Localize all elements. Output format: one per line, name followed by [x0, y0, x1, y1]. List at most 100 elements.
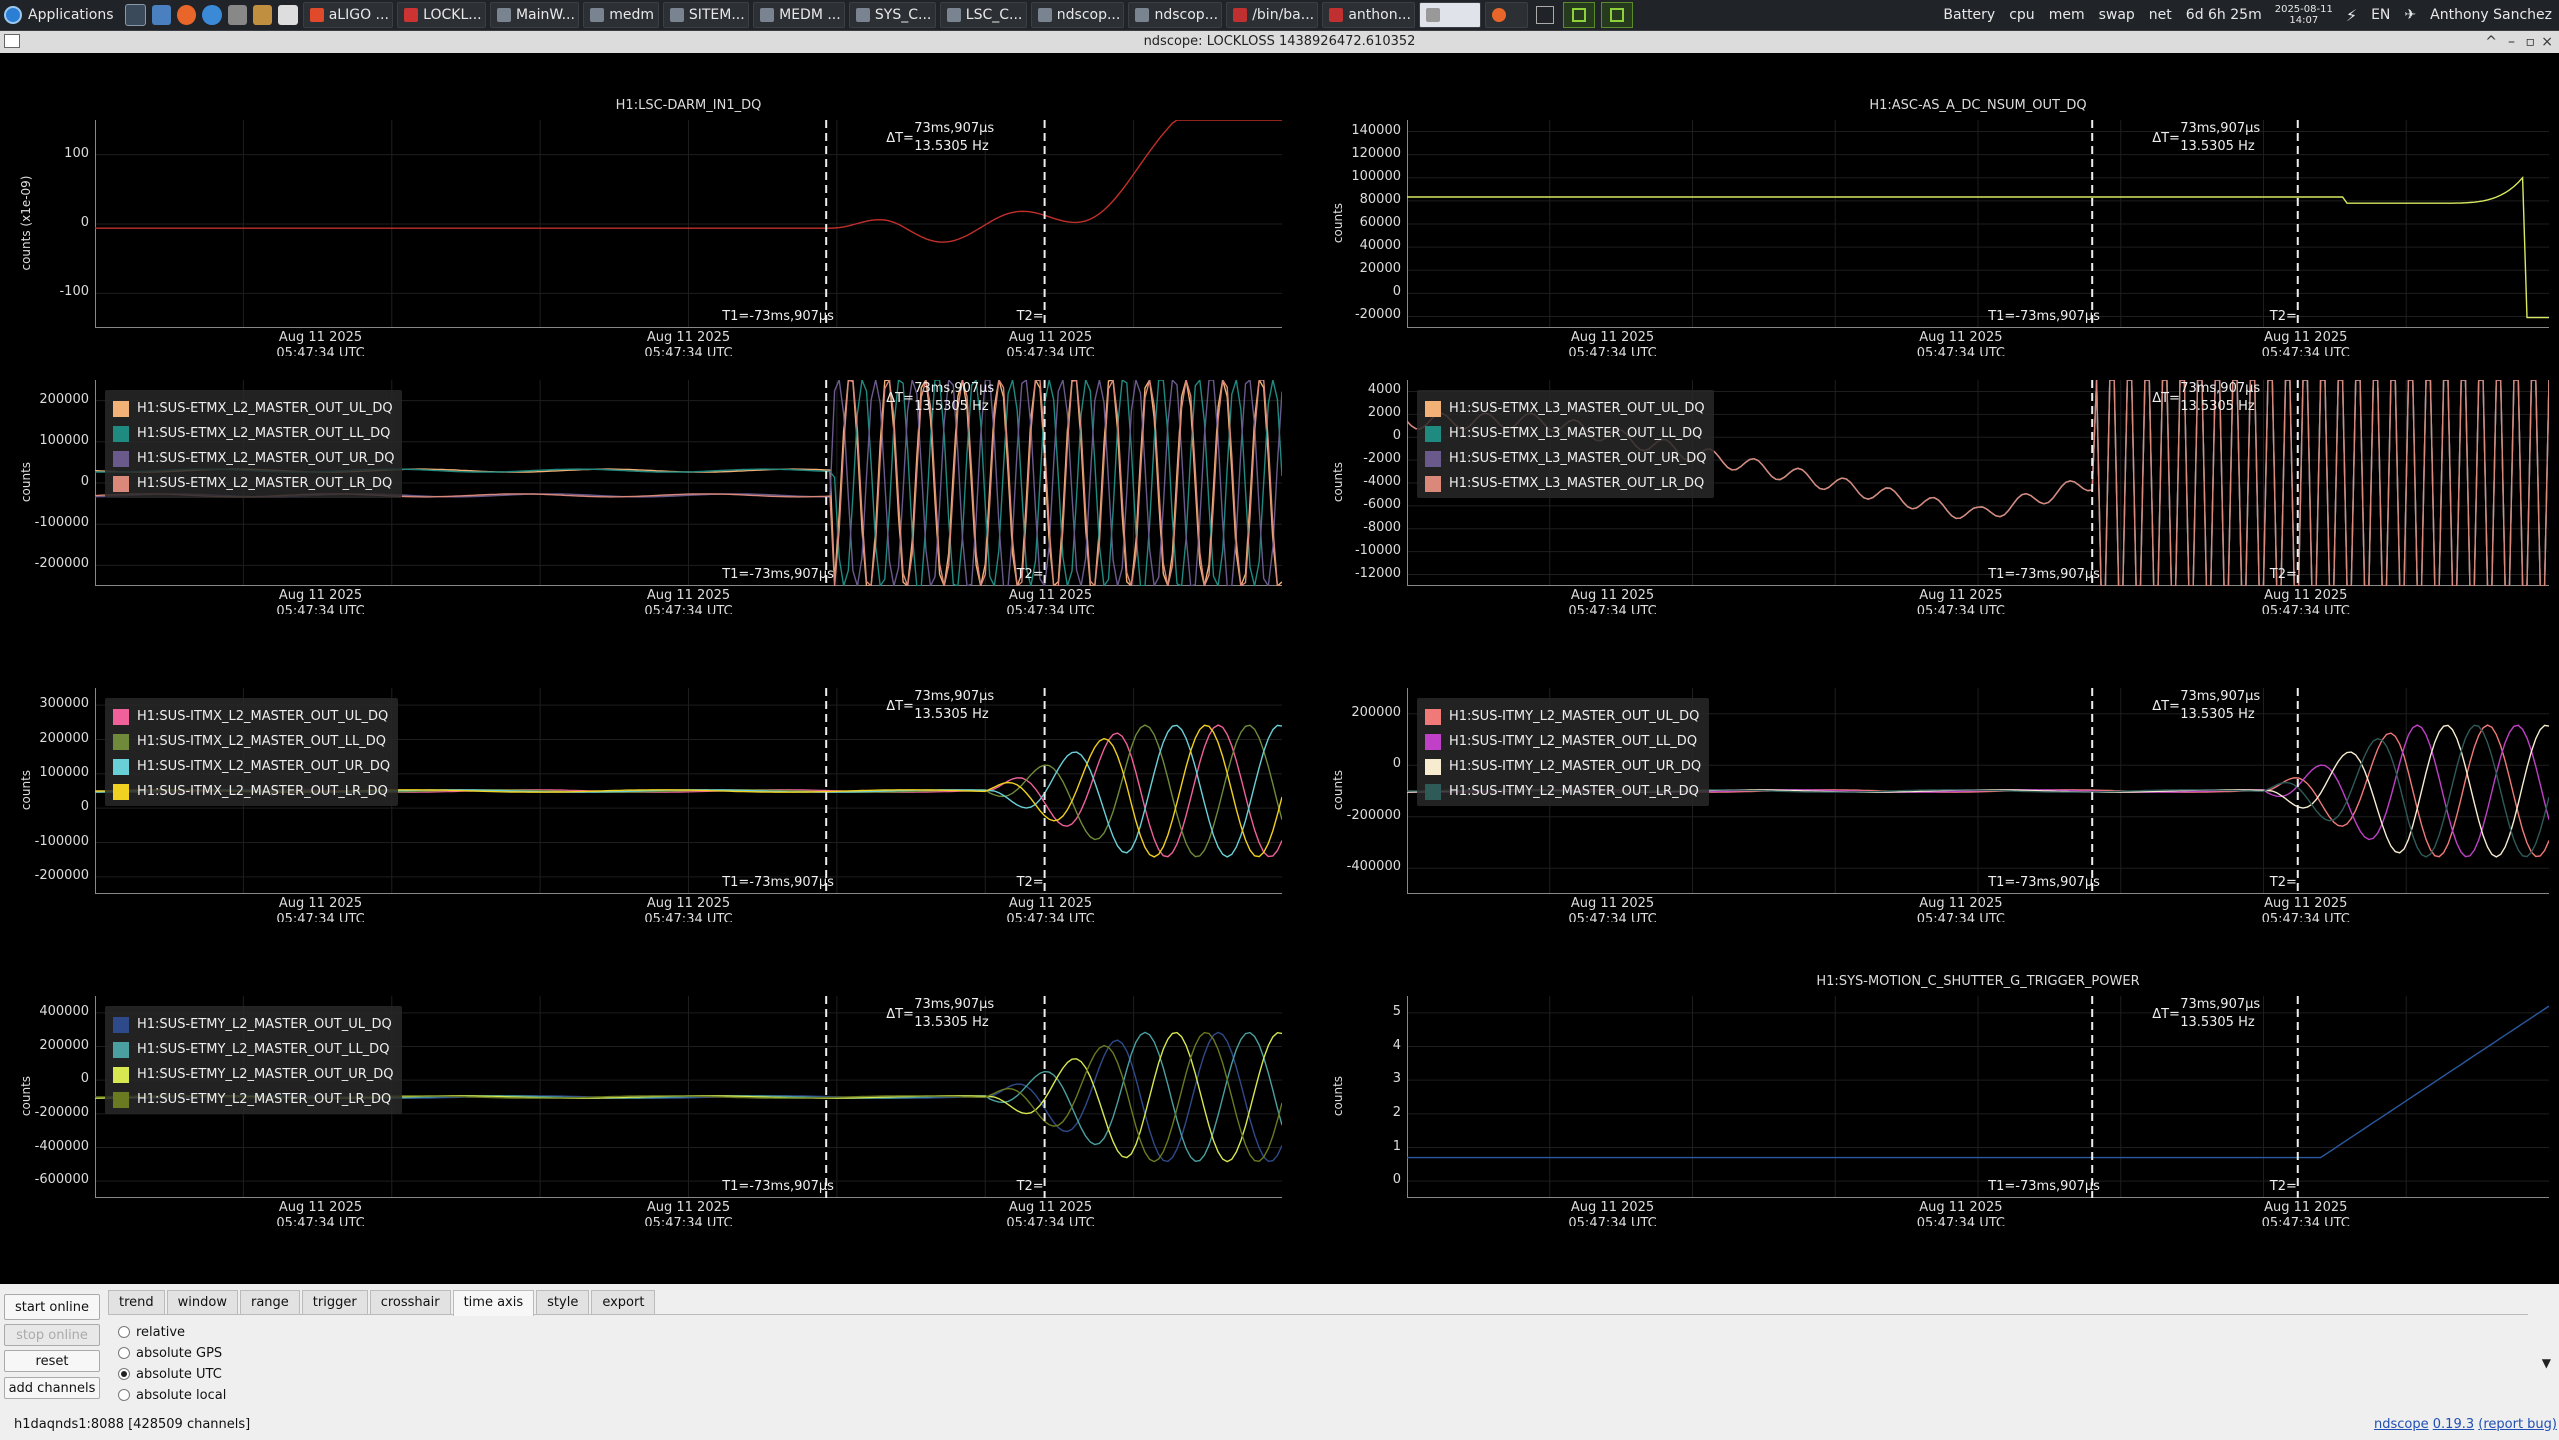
legend-entry[interactable]: H1:SUS-ETMY_L2_MASTER_OUT_LL_DQ [113, 1037, 394, 1062]
legend[interactable]: H1:SUS-ITMX_L2_MASTER_OUT_UL_DQ H1:SUS-IT… [105, 698, 399, 806]
cpu-monitor[interactable]: cpu [2002, 7, 2041, 23]
legend-entry[interactable]: H1:SUS-ITMY_L2_MASTER_OUT_UL_DQ [1425, 704, 1701, 729]
task-lsc-c[interactable]: LSC_C... [939, 2, 1027, 28]
add-channels-button[interactable]: add channels [4, 1377, 100, 1399]
workspace-icon[interactable] [1536, 6, 1555, 24]
legend-entry[interactable]: H1:SUS-ETMX_L2_MASTER_OUT_LL_DQ [113, 421, 394, 446]
ndscope-link[interactable]: ndscope [2374, 1417, 2429, 1432]
language-indicator[interactable]: EN [2364, 7, 2397, 23]
task-active-window[interactable] [1419, 2, 1482, 28]
workspace-1-button[interactable] [1563, 2, 1596, 28]
text-editor-launcher-icon[interactable] [278, 5, 298, 25]
legend[interactable]: H1:SUS-ETMX_L3_MASTER_OUT_UL_DQ H1:SUS-ET… [1417, 390, 1715, 498]
workspace-2-button[interactable] [1601, 2, 1634, 28]
task-firefox[interactable] [1485, 2, 1529, 28]
clock[interactable]: 2025-08-11 14:07 [2269, 4, 2339, 26]
tab-range[interactable]: range [239, 1290, 300, 1314]
legend-entry[interactable]: H1:SUS-ETMX_L3_MASTER_OUT_UR_DQ [1425, 446, 1706, 471]
task-lockloss[interactable]: LOCKL... [397, 2, 486, 28]
tab-time-axis[interactable]: time axis [452, 1290, 535, 1316]
battery-monitor[interactable]: Battery [1936, 7, 2002, 23]
task-bin-bash[interactable]: /bin/ba... [1226, 2, 1319, 28]
radio-absolute-utc[interactable]: absolute UTC [118, 1364, 222, 1384]
plot-asc[interactable]: H1:ASC-AS_A_DC_NSUM_OUT_DQ 140000 120000 10… [1312, 54, 2559, 364]
start-online-button[interactable]: start online [4, 1294, 100, 1320]
plot-etmx-l3[interactable]: 4000 2000 0 -2000 -4000 -6000 -8000 -10000 -1200… [1312, 364, 2559, 672]
plot-etmx-l2[interactable]: 200000 100000 0 -100000 -200000 ΔT= 73ms,907μs… [0, 364, 1312, 672]
user-menu[interactable]: Anthony Sanchez [2423, 7, 2559, 23]
plot-etmy-l2[interactable]: 400000 200000 0 -200000 -400000 -600000 ΔT= 73m… [0, 980, 1312, 1284]
network-icon[interactable]: ✈ [2397, 7, 2423, 23]
reset-button[interactable]: reset [4, 1350, 100, 1372]
legend-entry[interactable]: H1:SUS-ITMX_L2_MASTER_OUT_UL_DQ [113, 704, 390, 729]
legend[interactable]: H1:SUS-ETMX_L2_MASTER_OUT_UL_DQ H1:SUS-ET… [105, 390, 403, 498]
legend-entry[interactable]: H1:SUS-ITMY_L2_MASTER_OUT_LL_DQ [1425, 729, 1701, 754]
radio-absolute-local[interactable]: absolute local [118, 1385, 226, 1405]
legend-entry[interactable]: H1:SUS-ETMX_L3_MASTER_OUT_LR_DQ [1425, 471, 1706, 496]
tab-export[interactable]: export [591, 1290, 656, 1314]
chromium-launcher-icon[interactable] [202, 5, 222, 25]
radio-dot[interactable] [118, 1389, 130, 1401]
terminal-launcher-icon[interactable] [124, 4, 146, 26]
maximize-button[interactable]: ▫ [2526, 31, 2536, 53]
legend-entry[interactable]: H1:SUS-ETMY_L2_MASTER_OUT_LR_DQ [113, 1087, 394, 1112]
legend-entry[interactable]: H1:SUS-ITMX_L2_MASTER_OUT_LL_DQ [113, 729, 390, 754]
plot-itmy-l2[interactable]: 200000 0 -200000 -400000 ΔT= 73ms,907μs 13.530… [1312, 672, 2559, 980]
plot-itmx-l2[interactable]: 300000 200000 100000 0 -100000 -200000 ΔT= 73ms… [0, 672, 1312, 980]
task-ndscope-2[interactable]: ndscop... [1128, 2, 1223, 28]
plot-canvas[interactable] [95, 120, 1282, 328]
tab-window[interactable]: window [166, 1290, 238, 1314]
share-launcher-icon[interactable] [227, 5, 248, 25]
net-monitor[interactable]: net [2142, 7, 2179, 23]
settings-launcher-icon[interactable] [253, 5, 273, 25]
file-manager-launcher-icon[interactable] [151, 5, 172, 25]
version-link[interactable]: 0.19.3 [2433, 1417, 2474, 1432]
report-bug-link[interactable]: (report bug) [2478, 1417, 2557, 1432]
legend-entry[interactable]: H1:SUS-ITMX_L2_MASTER_OUT_UR_DQ [113, 754, 390, 779]
tab-trigger[interactable]: trigger [301, 1290, 368, 1314]
tab-trend[interactable]: trend [108, 1290, 165, 1314]
collapse-panel-icon[interactable]: ▼ [2542, 1356, 2551, 1370]
tab-crosshair[interactable]: crosshair [369, 1290, 451, 1314]
legend-entry[interactable]: H1:SUS-ITMX_L2_MASTER_OUT_LR_DQ [113, 779, 390, 804]
task-medm-2[interactable]: MEDM ... [753, 2, 845, 28]
task-ndscope-1[interactable]: ndscop... [1030, 2, 1125, 28]
swap-monitor[interactable]: swap [2092, 7, 2142, 23]
legend-entry[interactable]: H1:SUS-ETMX_L3_MASTER_OUT_LL_DQ [1425, 421, 1706, 446]
legend-entry[interactable]: H1:SUS-ITMY_L2_MASTER_OUT_LR_DQ [1425, 779, 1701, 804]
minimize-button[interactable]: – [2508, 31, 2515, 53]
legend-entry[interactable]: H1:SUS-ETMX_L2_MASTER_OUT_LR_DQ [113, 471, 394, 496]
plot-darm[interactable]: H1:LSC-DARM_IN1_DQ 100 0 -100 ΔT= 73ms,907μs 1… [0, 54, 1312, 364]
legend-entry[interactable]: H1:SUS-ETMX_L2_MASTER_OUT_UR_DQ [113, 446, 394, 471]
radio-dot[interactable] [118, 1326, 130, 1338]
task-medm[interactable]: medm [583, 2, 659, 28]
plot-canvas[interactable] [1407, 120, 2549, 328]
window-menu-icon[interactable] [4, 34, 20, 48]
close-button[interactable]: × [2541, 31, 2553, 53]
mem-monitor[interactable]: mem [2042, 7, 2092, 23]
plot-shutter[interactable]: H1:SYS-MOTION_C_SHUTTER_G_TRIGGER_POWER 5… [1312, 974, 2559, 1284]
task-sitemap[interactable]: SITEM... [662, 2, 750, 28]
tab-style[interactable]: style [536, 1290, 590, 1314]
legend-entry[interactable]: H1:SUS-ETMY_L2_MASTER_OUT_UR_DQ [113, 1062, 394, 1087]
radio-relative[interactable]: relative [118, 1322, 185, 1342]
radio-absolute-gps[interactable]: absolute GPS [118, 1343, 222, 1363]
task-sys-c[interactable]: SYS_C... [848, 2, 936, 28]
plot-canvas[interactable] [1407, 996, 2549, 1198]
radio-dot[interactable] [118, 1368, 130, 1380]
task-anthony[interactable]: anthon... [1322, 2, 1416, 28]
legend[interactable]: H1:SUS-ETMY_L2_MASTER_OUT_UL_DQ H1:SUS-ET… [105, 1006, 402, 1114]
firefox-launcher-icon[interactable] [177, 5, 197, 25]
window-titlebar[interactable]: ndscope: LOCKLOSS 1438926472.610352 ^ – … [0, 31, 2559, 53]
power-icon[interactable]: ⚡ [2339, 6, 2364, 25]
legend-entry[interactable]: H1:SUS-ETMY_L2_MASTER_OUT_UL_DQ [113, 1012, 394, 1037]
shade-button[interactable]: ^ [2485, 31, 2497, 53]
legend-entry[interactable]: H1:SUS-ITMY_L2_MASTER_OUT_UR_DQ [1425, 754, 1701, 779]
legend-entry[interactable]: H1:SUS-ETMX_L2_MASTER_OUT_UL_DQ [113, 396, 394, 421]
task-mainwindow[interactable]: MainW... [489, 2, 580, 28]
legend-entry[interactable]: H1:SUS-ETMX_L3_MASTER_OUT_UL_DQ [1425, 396, 1706, 421]
applications-menu[interactable]: Applications [0, 0, 122, 30]
radio-dot[interactable] [118, 1347, 130, 1359]
task-aligo[interactable]: aLIGO ... [302, 2, 394, 28]
legend[interactable]: H1:SUS-ITMY_L2_MASTER_OUT_UL_DQ H1:SUS-IT… [1417, 698, 1710, 806]
